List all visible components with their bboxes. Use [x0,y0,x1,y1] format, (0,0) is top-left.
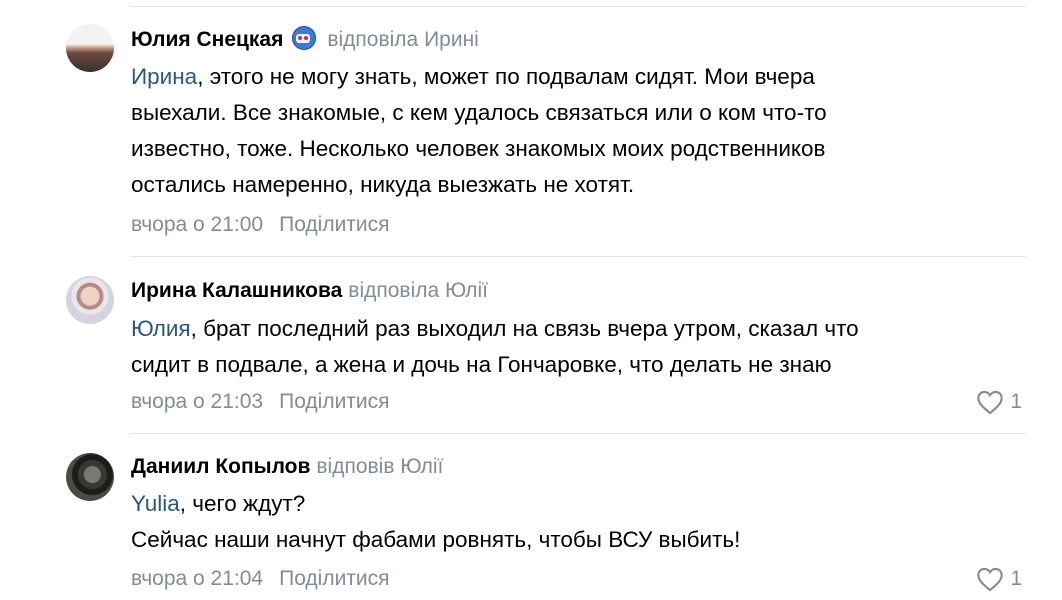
avatar[interactable] [66,276,114,324]
heart-icon [977,567,1004,592]
share-button[interactable]: Поділитися [279,567,389,590]
mention-link[interactable]: Yulia [131,491,180,516]
comment-text: Юлия, брат последний раз выходил на связ… [131,316,859,377]
avatar[interactable] [66,24,114,72]
separator [130,256,1026,257]
mention-link[interactable]: Юлия [131,316,191,341]
separator [130,433,1026,434]
author-name[interactable]: Даниил Копылов [131,455,310,478]
like-button[interactable]: 1 [976,388,1022,416]
like-button[interactable]: 1 [976,565,1022,593]
top-separator [130,6,1026,7]
comment-header: Даниил Копылов відповів Юлії [131,453,443,481]
mention-link[interactable]: Ирина [131,64,197,89]
comment-header: Юлия Снецкая відповіла Ирині [131,25,479,54]
like-count: 1 [1010,567,1022,590]
comment-header: Ирина Калашникова відповіла Юлії [131,277,488,305]
share-button[interactable]: Поділитися [279,213,389,236]
reply-to-link[interactable]: відповів Юлії [316,455,443,478]
share-button[interactable]: Поділитися [279,390,389,413]
reply-to-link[interactable]: відповіла Ирині [327,28,478,51]
avatar[interactable] [66,453,114,501]
hero-mask-badge-icon [291,25,317,51]
timestamp[interactable]: вчора о 21:00 [131,213,263,236]
reply-to-link[interactable]: відповіла Юлії [348,279,488,302]
timestamp[interactable]: вчора о 21:04 [131,567,263,590]
comment-meta: вчора о 21:00 Поділитися [131,211,390,239]
author-name[interactable]: Ирина Калашникова [131,279,342,302]
like-count: 1 [1010,390,1022,413]
comment-text: Ирина, этого не могу знать, может по под… [131,64,827,197]
timestamp[interactable]: вчора о 21:03 [131,390,263,413]
author-name[interactable]: Юлия Снецкая [131,28,283,51]
comment-meta: вчора о 21:04 Поділитися [131,565,390,593]
comment-meta: вчора о 21:03 Поділитися [131,388,390,416]
comment-text: Yulia, чего ждут? Сейчас наши начнут фаб… [131,491,741,552]
heart-icon [977,390,1004,415]
